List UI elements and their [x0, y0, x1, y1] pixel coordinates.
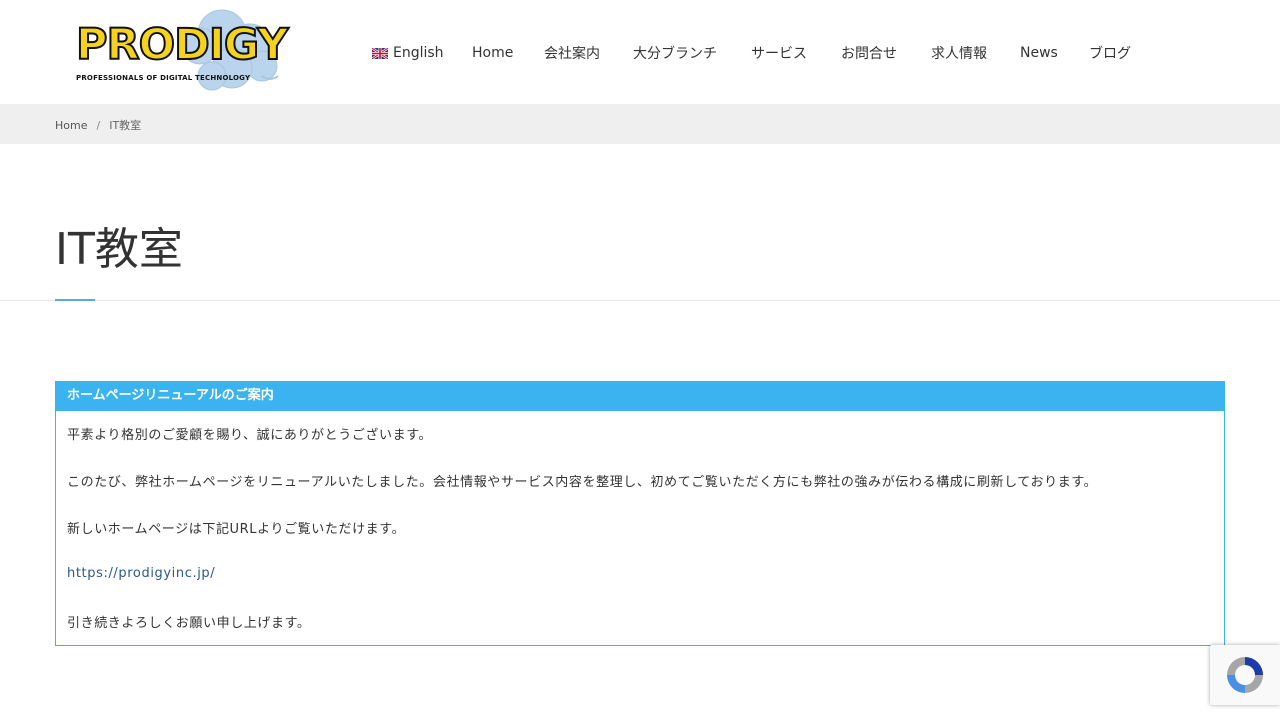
nav-item-recruit[interactable]: 求人情報 — [931, 43, 1020, 63]
breadcrumb: Home / IT教室 — [55, 117, 141, 133]
nav-item-oita-branch[interactable]: 大分ブランチ — [633, 43, 751, 63]
title-divider — [0, 300, 1280, 301]
nav-item-services[interactable]: サービス — [751, 43, 841, 63]
breadcrumb-current: IT教室 — [109, 119, 142, 132]
recaptcha-icon — [1227, 657, 1263, 693]
nav-item-blog[interactable]: ブログ — [1089, 43, 1131, 63]
uk-flag-icon — [372, 47, 388, 59]
notice-line: 引き続きよろしくお願い申し上げます。 — [67, 616, 311, 631]
notice-line: このたび、弊社ホームページをリニューアルいたしました。会社情報やサービス内容を整… — [67, 475, 1098, 490]
nav-item-company[interactable]: 会社案内 — [544, 43, 633, 63]
logo-wordmark: PRODIGY — [75, 20, 289, 70]
recaptcha-badge[interactable] — [1210, 645, 1280, 705]
notice-heading: ホームページリニューアルのご案内 — [56, 382, 1224, 411]
notice-line: 平素より格別のご愛顧を賜り、誠にありがとうございます。 — [67, 428, 433, 443]
breadcrumb-home-link[interactable]: Home — [55, 119, 87, 132]
new-site-link[interactable]: https://prodigyinc.jp/ — [67, 566, 215, 581]
prodigy-logo[interactable]: PRODIGY PROFESSIONALS OF DIGITAL TECHNOL… — [72, 6, 289, 92]
logo-tagline: PROFESSIONALS OF DIGITAL TECHNOLOGY — [76, 74, 251, 82]
page-title: IT教室 — [55, 224, 183, 275]
nav-item-home[interactable]: Home — [472, 45, 544, 61]
site-header: PRODIGY PROFESSIONALS OF DIGITAL TECHNOL… — [0, 0, 1280, 104]
nav-item-news[interactable]: News — [1020, 45, 1089, 61]
nav-label: English — [393, 45, 444, 61]
breadcrumb-separator: / — [96, 118, 101, 132]
nav-item-english[interactable]: English — [372, 45, 472, 61]
nav-item-contact[interactable]: お問合せ — [841, 43, 931, 63]
renewal-notice-box: ホームページリニューアルのご案内 平素より格別のご愛顧を賜り、誠にありがとうござ… — [55, 381, 1225, 646]
title-accent-bar — [55, 299, 95, 301]
main-nav: English Home 会社案内 大分ブランチ サービス お問合せ 求人情報 … — [372, 43, 1131, 63]
notice-line: 新しいホームページは下記URLよりご覧いただけます。 — [67, 522, 406, 537]
breadcrumb-bar: Home / IT教室 — [0, 104, 1280, 144]
